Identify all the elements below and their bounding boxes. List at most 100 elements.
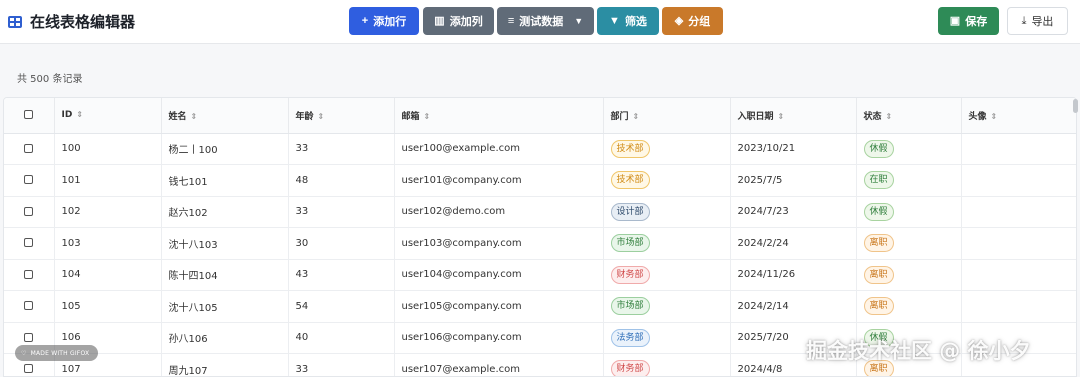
cell-age[interactable]: 40 [288, 322, 395, 354]
cell-avatar[interactable] [961, 133, 1076, 165]
cell-age[interactable]: 48 [288, 164, 395, 197]
row-checkbox-cell[interactable] [4, 290, 55, 323]
cell-dept[interactable]: 市场部 [603, 227, 731, 260]
checkbox[interactable] [24, 269, 34, 279]
row-checkbox-cell[interactable] [4, 227, 55, 260]
cell-dept[interactable]: 技术部 [603, 133, 731, 165]
cell-name[interactable]: 赵六102 [161, 196, 289, 228]
row-checkbox-cell[interactable] [4, 259, 55, 291]
checkbox[interactable] [24, 238, 34, 248]
vertical-scrollbar[interactable] [1073, 99, 1078, 113]
cell-date[interactable]: 2025/7/5 [730, 164, 857, 197]
row-checkbox-cell[interactable] [4, 196, 55, 228]
column-header-name[interactable]: 姓名 ⇕ [161, 98, 289, 134]
cell-dept[interactable]: 财务部 [603, 353, 731, 376]
cell-id[interactable]: 101 [54, 164, 162, 197]
cell-name[interactable]: 孙八106 [161, 322, 289, 354]
cell-age[interactable]: 43 [288, 259, 395, 291]
cell-avatar[interactable] [961, 227, 1076, 260]
cell-id[interactable]: 102 [54, 196, 162, 228]
cell-name[interactable]: 杨二丨100 [161, 133, 289, 165]
checkbox[interactable] [24, 332, 34, 342]
cell-name[interactable]: 沈十八103 [161, 227, 289, 260]
cell-dept[interactable]: 技术部 [603, 164, 731, 197]
group-button[interactable]: ◈ 分组 [662, 7, 723, 35]
cell-age[interactable]: 33 [288, 196, 395, 228]
sort-icon[interactable]: ⇕ [318, 112, 325, 121]
cell-id[interactable]: 104 [54, 259, 162, 291]
cell-date[interactable]: 2024/11/26 [730, 259, 857, 291]
column-header-dept[interactable]: 部门 ⇕ [603, 98, 731, 134]
cell-email[interactable]: user106@company.com [394, 322, 604, 354]
cell-email[interactable]: user105@company.com [394, 290, 604, 323]
table-row[interactable]: 103 沈十八103 30 user103@company.com 市场部 2024/2/… [4, 227, 1076, 260]
cell-avatar[interactable] [961, 259, 1076, 291]
row-checkbox-cell[interactable] [4, 164, 55, 197]
export-button[interactable]: ⤓ 导出 [1007, 7, 1068, 35]
cell-date[interactable]: 2023/10/21 [730, 133, 857, 165]
cell-status[interactable]: 离职 [856, 259, 962, 291]
cell-avatar[interactable] [961, 196, 1076, 228]
cell-age[interactable]: 33 [288, 353, 395, 376]
cell-email[interactable]: user102@demo.com [394, 196, 604, 228]
checkbox[interactable] [24, 143, 34, 153]
cell-name[interactable]: 钱七101 [161, 164, 289, 197]
column-header-id[interactable]: ID ⇕ [54, 98, 162, 134]
cell-date[interactable]: 2024/2/14 [730, 290, 857, 323]
cell-age[interactable]: 30 [288, 227, 395, 260]
cell-email[interactable]: user107@example.com [394, 353, 604, 376]
cell-status[interactable]: 离职 [856, 227, 962, 260]
sort-icon[interactable]: ⇕ [191, 112, 198, 121]
sort-icon[interactable]: ⇕ [424, 112, 431, 121]
add-column-button[interactable]: ▥ 添加列 [423, 7, 494, 35]
column-header-date[interactable]: 入职日期 ⇕ [730, 98, 857, 134]
cell-email[interactable]: user101@company.com [394, 164, 604, 197]
cell-date[interactable]: 2024/7/23 [730, 196, 857, 228]
cell-status[interactable]: 离职 [856, 290, 962, 323]
checkbox[interactable] [24, 301, 34, 311]
cell-dept[interactable]: 市场部 [603, 290, 731, 323]
cell-id[interactable]: 103 [54, 227, 162, 260]
cell-status[interactable]: 休假 [856, 196, 962, 228]
column-header-status[interactable]: 状态 ⇕ [856, 98, 962, 134]
cell-id[interactable]: 100 [54, 133, 162, 165]
cell-name[interactable]: 沈十八105 [161, 290, 289, 323]
sort-icon[interactable]: ⇕ [778, 112, 785, 121]
row-checkbox-cell[interactable] [4, 133, 55, 165]
test-data-button[interactable]: ≡ 测试数据 ▼ [497, 7, 594, 35]
cell-name[interactable]: 周九107 [161, 353, 289, 376]
sort-icon[interactable]: ⇕ [76, 110, 83, 119]
cell-status[interactable]: 在职 [856, 164, 962, 197]
checkbox[interactable] [24, 364, 34, 374]
cell-age[interactable]: 54 [288, 290, 395, 323]
cell-status[interactable]: 休假 [856, 133, 962, 165]
filter-button[interactable]: ▼ 筛选 [597, 7, 659, 35]
cell-age[interactable]: 33 [288, 133, 395, 165]
table-row[interactable]: 105 沈十八105 54 user105@company.com 市场部 2024/2/… [4, 290, 1076, 323]
select-all-checkbox[interactable] [4, 98, 55, 134]
column-header-email[interactable]: 邮箱 ⇕ [394, 98, 604, 134]
sort-icon[interactable]: ⇕ [886, 112, 893, 121]
cell-dept[interactable]: 财务部 [603, 259, 731, 291]
add-row-button[interactable]: + 添加行 [349, 7, 419, 35]
cell-date[interactable]: 2024/2/24 [730, 227, 857, 260]
checkbox[interactable] [24, 206, 34, 216]
table-row[interactable]: 102 赵六102 33 user102@demo.com 设计部 2024/7/23 休假 [4, 196, 1076, 228]
cell-dept[interactable]: 法务部 [603, 322, 731, 354]
cell-email[interactable]: user100@example.com [394, 133, 604, 165]
column-header-age[interactable]: 年龄 ⇕ [288, 98, 395, 134]
column-header-avatar[interactable]: 头像 ⇕ [961, 98, 1076, 134]
cell-avatar[interactable] [961, 164, 1076, 197]
cell-name[interactable]: 陈十四104 [161, 259, 289, 291]
table-row[interactable]: 101 钱七101 48 user101@company.com 技术部 2025/7/5… [4, 164, 1076, 197]
cell-email[interactable]: user104@company.com [394, 259, 604, 291]
table-row[interactable]: 104 陈十四104 43 user104@company.com 财务部 2024/11… [4, 259, 1076, 291]
checkbox[interactable] [24, 110, 34, 120]
table-row[interactable]: 100 杨二丨100 33 user100@example.com 技术部 2023/10… [4, 133, 1076, 165]
sort-icon[interactable]: ⇕ [991, 112, 998, 121]
save-button[interactable]: ▣ 保存 [938, 7, 999, 35]
cell-dept[interactable]: 设计部 [603, 196, 731, 228]
cell-avatar[interactable] [961, 290, 1076, 323]
cell-email[interactable]: user103@company.com [394, 227, 604, 260]
checkbox[interactable] [24, 175, 34, 185]
